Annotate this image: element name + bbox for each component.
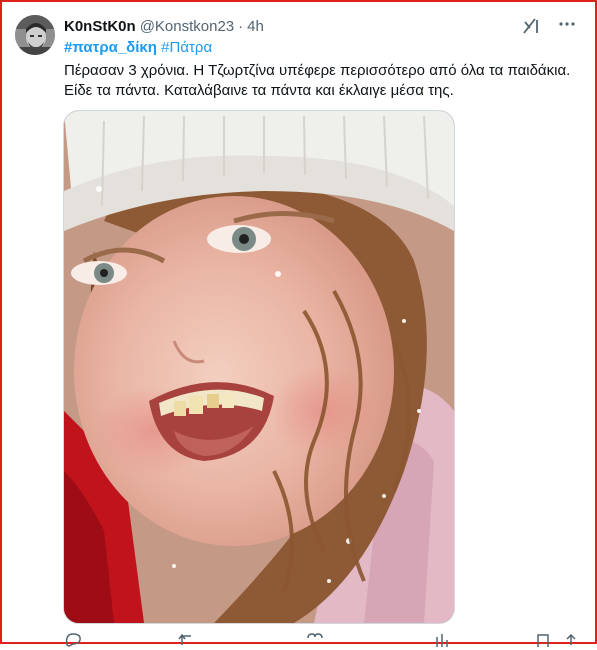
retweet-icon[interactable]: [178, 633, 198, 647]
hashtag-link[interactable]: #πατρα_δίκη: [64, 39, 157, 56]
hashtag-link[interactable]: #Πάτρα: [161, 39, 212, 56]
grok-icon[interactable]: [521, 16, 541, 36]
tweet-photo[interactable]: [63, 110, 455, 624]
more-icon[interactable]: [557, 14, 577, 34]
tweet-header: K0nStK0n @Konstkon23 · 4h: [64, 16, 577, 36]
tweet-text: Πέρασαν 3 χρόνια. Η Τζωρτζίνα υπέφερε πε…: [64, 61, 589, 101]
timestamp[interactable]: 4h: [247, 18, 264, 35]
action-bar: [64, 633, 584, 647]
hashtags: #πατρα_δίκη #Πάτρα: [64, 38, 212, 58]
bookmark-icon[interactable]: [536, 633, 550, 647]
views-icon[interactable]: [434, 633, 452, 647]
separator-dot: ·: [238, 17, 244, 35]
tweet-text-line: Πέρασαν 3 χρόνια. Η Τζωρτζίνα υπέφερε πε…: [64, 62, 571, 79]
like-icon[interactable]: [306, 633, 324, 647]
user-handle[interactable]: @Konstkon23: [140, 18, 234, 35]
avatar[interactable]: [15, 15, 55, 55]
share-icon[interactable]: [564, 633, 578, 647]
display-name[interactable]: K0nStK0n: [64, 18, 136, 35]
reply-icon[interactable]: [64, 633, 82, 647]
tweet-text-line: Είδε τα πάντα. Καταλάβαινε τα πάντα και …: [64, 82, 454, 99]
